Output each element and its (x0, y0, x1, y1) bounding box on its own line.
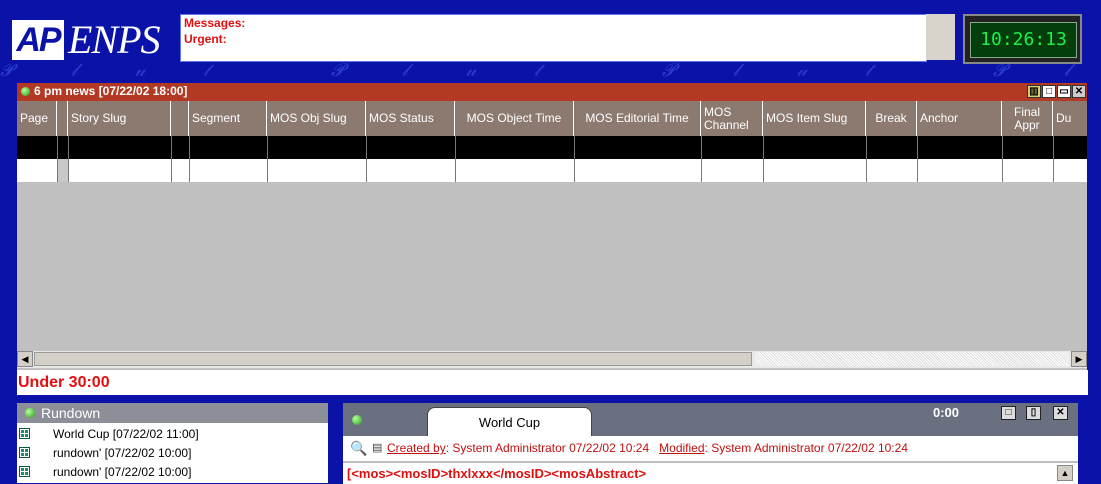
rundown-title: 6 pm news [07/22/02 18:00] (34, 84, 188, 98)
modified-link[interactable]: Modified (659, 441, 704, 455)
table-row[interactable] (17, 159, 1087, 182)
scroll-thumb[interactable] (34, 352, 752, 366)
col-divider (1002, 136, 1003, 182)
clock-panel: 10:26:13 (963, 14, 1082, 64)
col-mos-item-slug[interactable]: MOS Item Slug (763, 101, 866, 136)
ap-logo: AP (12, 20, 64, 60)
story-panel: World Cup 0:00 □ ▯ ✕ 🔍 ▤ Created by: Sys… (343, 403, 1078, 484)
list-item-label: rundown' [07/22/02 10:00] (53, 446, 192, 460)
split-view-icon[interactable]: ▯ (1026, 406, 1041, 420)
clock-display: 10:26:13 (970, 22, 1077, 58)
col-mos-obj-slug[interactable]: MOS Obj Slug (267, 101, 366, 136)
col-page[interactable]: Page (17, 101, 57, 136)
col-blank-1[interactable] (57, 101, 68, 136)
rundown-grid-icon (19, 447, 30, 458)
created-by-link[interactable]: Created by (387, 441, 446, 455)
col-divider (701, 136, 702, 182)
status-dot-icon (352, 415, 362, 425)
enps-logo: AP ENPS (10, 14, 176, 64)
messages-label: Messages: (184, 16, 246, 30)
col-mos-status[interactable]: MOS Status (366, 101, 455, 136)
col-divider (189, 136, 190, 182)
story-duration: 0:00 (933, 405, 960, 420)
list-item[interactable]: rundown' [07/22/02 10:00] (17, 444, 328, 463)
col-divider (366, 136, 367, 182)
row-selector[interactable] (58, 159, 68, 182)
rundown-list-panel: Rundown World Cup [07/22/02 11:00] rundo… (17, 403, 328, 483)
scroll-left-icon[interactable]: ◀ (17, 351, 33, 367)
close-icon[interactable]: ✕ (1072, 85, 1086, 98)
col-divider (267, 136, 268, 182)
rundown-list-header[interactable]: Rundown (17, 403, 328, 423)
col-divider (171, 136, 172, 182)
story-body[interactable]: [<mos><mosID>thxlxxx</mosID><mosAbstract… (343, 462, 1078, 484)
list-item[interactable]: World Cup [07/22/02 11:00] (17, 425, 328, 444)
col-anchor[interactable]: Anchor (917, 101, 1002, 136)
rundown-list-title: Rundown (41, 405, 101, 421)
document-icon[interactable]: ▤ (372, 436, 382, 461)
scroll-right-icon[interactable]: ▶ (1071, 351, 1087, 367)
list-item[interactable]: rundown' [07/22/02 10:00] (17, 463, 328, 482)
col-divider (866, 136, 867, 182)
col-duration[interactable]: Du (1053, 101, 1087, 136)
col-divider (763, 136, 764, 182)
close-icon[interactable]: ✕ (1053, 406, 1068, 420)
enps-wordmark: ENPS (68, 17, 161, 62)
scroll-track[interactable] (755, 352, 1069, 366)
scroll-up-icon[interactable]: ▲ (1057, 465, 1073, 481)
story-info-bar: 🔍 ▤ Created by: System Administrator 07/… (343, 436, 1078, 461)
message-scrollbar[interactable] (926, 14, 955, 60)
modified-value: : System Administrator 07/22/02 10:24 (704, 441, 908, 455)
horizontal-scrollbar[interactable]: ◀ ▶ (17, 351, 1087, 368)
table-row-selected[interactable] (17, 136, 1087, 159)
list-item-label: rundown' [07/22/02 10:00] (53, 465, 192, 479)
col-divider (455, 136, 456, 182)
status-dot-icon (25, 408, 35, 418)
col-divider (1053, 136, 1054, 182)
col-break[interactable]: Break (866, 101, 917, 136)
created-by-value: : System Administrator 07/22/02 10:24 (445, 441, 650, 455)
col-mos-editorial-time[interactable]: MOS Editorial Time (574, 101, 701, 136)
restore-icon[interactable]: ▭ (1057, 85, 1071, 98)
col-divider (917, 136, 918, 182)
story-header: World Cup 0:00 □ ▯ ✕ (343, 403, 1078, 436)
col-blank-2[interactable] (171, 101, 189, 136)
message-area[interactable]: Messages: Urgent: (180, 14, 927, 62)
maximize-icon[interactable]: □ (1042, 85, 1056, 98)
list-item-label: World Cup [07/22/02 11:00] (53, 427, 199, 441)
rundown-grid-icon (19, 428, 30, 439)
urgent-label: Urgent: (184, 32, 227, 46)
col-mos-channel[interactable]: MOS Channel (701, 101, 763, 136)
maximize-icon[interactable]: □ (1001, 406, 1016, 420)
rundown-grid-icon (19, 466, 30, 477)
col-segment[interactable]: Segment (189, 101, 267, 136)
status-dot-icon (21, 87, 30, 96)
layout-icon[interactable]: ▥ (1027, 85, 1041, 98)
rundown-title-bar[interactable]: 6 pm news [07/22/02 18:00] ▥ □ ▭ ✕ (17, 83, 1087, 101)
search-icon[interactable]: 🔍 (350, 436, 367, 461)
col-mos-object-time[interactable]: MOS Object Time (455, 101, 574, 136)
story-body-text: [<mos><mosID>thxlxxx</mosID><mosAbstract… (347, 466, 647, 481)
col-divider (574, 136, 575, 182)
col-story-slug[interactable]: Story Slug (68, 101, 171, 136)
timing-status: Under 30:00 (17, 370, 1088, 395)
tab-world-cup[interactable]: World Cup (427, 407, 592, 436)
col-final-appr[interactable]: Final Appr (1002, 101, 1053, 136)
rundown-window: 6 pm news [07/22/02 18:00] ▥ □ ▭ ✕ Page … (17, 83, 1088, 395)
col-divider (68, 136, 69, 182)
